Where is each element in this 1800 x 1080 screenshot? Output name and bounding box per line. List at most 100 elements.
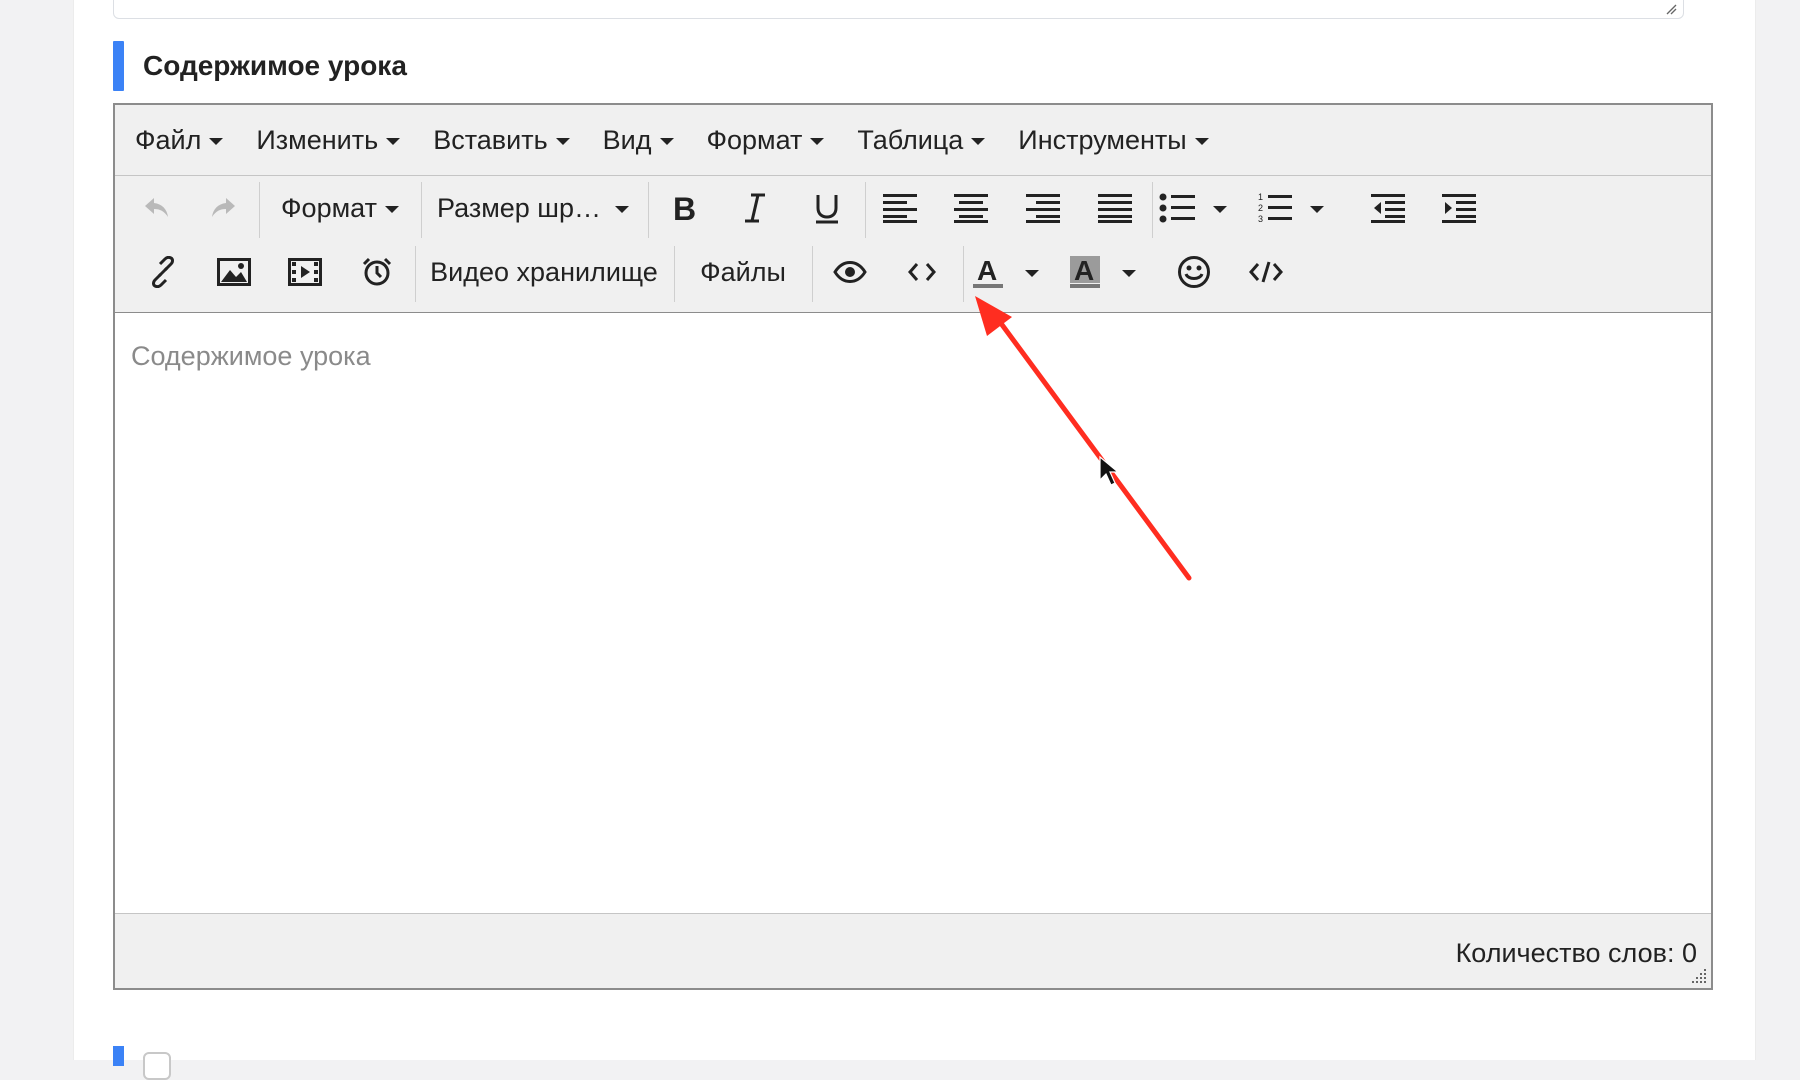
undo-button[interactable] [129, 181, 185, 235]
numbered-list-icon: 123 [1258, 192, 1292, 224]
redo-button[interactable] [195, 181, 251, 235]
text-color-button[interactable]: A [971, 245, 1061, 299]
background-color-button[interactable]: A [1068, 245, 1158, 299]
image-icon [217, 258, 251, 286]
toolbar-separator [421, 182, 422, 238]
files-button[interactable]: Файлы [681, 245, 805, 299]
editor-statusbar: Количество слов: 0 [115, 913, 1711, 988]
code-sample-button[interactable] [891, 245, 953, 299]
redo-icon [212, 198, 235, 217]
section-accent-bar [113, 41, 124, 91]
undo-icon [145, 198, 168, 217]
image-button[interactable] [206, 245, 262, 299]
link-icon [152, 256, 174, 288]
toolbar-separator [674, 246, 675, 302]
menu-label: Изменить [256, 124, 379, 155]
menu-file[interactable]: Файл [123, 113, 235, 167]
font-size-dropdown-label: Размер шр… [437, 192, 601, 223]
toolbar-separator [259, 182, 260, 238]
underline-icon [816, 195, 838, 224]
menu-table[interactable]: Таблица [845, 113, 997, 167]
toolbar-row-2: Видео хранилище Файлы A A [115, 240, 1711, 304]
video-storage-button[interactable]: Видео хранилище [423, 245, 665, 299]
background-color-icon: A [1070, 255, 1100, 288]
menu-label: Файл [135, 124, 202, 155]
svg-text:3: 3 [1258, 214, 1263, 224]
caret-down-icon [386, 138, 401, 145]
files-label: Файлы [700, 256, 786, 287]
menu-label: Вид [602, 124, 652, 155]
emoticons-icon [1178, 256, 1210, 288]
toolbar-separator [812, 246, 813, 302]
outdent-icon [1371, 194, 1405, 223]
svg-text:2: 2 [1258, 203, 1263, 213]
align-right-button[interactable] [1015, 181, 1071, 235]
toolbar-separator [648, 182, 649, 238]
next-section-checkbox[interactable] [143, 1052, 171, 1080]
menu-label: Инструменты [1018, 124, 1187, 155]
preview-button[interactable] [819, 245, 881, 299]
editor-menubar: Файл Изменить Вставить Вид Формат Таблиц… [115, 105, 1711, 176]
caret-down-icon [1213, 206, 1227, 213]
editor-toolbar: Формат Размер шр… B 1 2 3 Видео хранилищ… [115, 176, 1711, 314]
align-left-icon [883, 194, 917, 223]
align-right-icon [1026, 194, 1060, 223]
numbered-list-button[interactable]: 123 [1258, 181, 1348, 235]
source-code-button[interactable] [1235, 245, 1297, 299]
next-section-accent-bar [113, 1046, 124, 1066]
editor-placeholder: Содержимое урока [131, 341, 371, 371]
menu-tools[interactable]: Инструменты [1006, 113, 1220, 167]
underline-button[interactable] [799, 181, 855, 235]
code-sample-icon [908, 263, 936, 281]
text-color-letter: A [977, 255, 997, 286]
rich-text-editor: Файл Изменить Вставить Вид Формат Таблиц… [113, 103, 1713, 990]
menu-insert[interactable]: Вставить [421, 113, 581, 167]
menu-view[interactable]: Вид [591, 113, 686, 167]
bold-icon: B [673, 192, 696, 224]
section-title: Содержимое урока [143, 50, 407, 81]
caret-down-icon [971, 138, 986, 145]
bullet-list-icon [1159, 193, 1195, 223]
toolbar-separator [865, 182, 866, 238]
clock-icon [362, 257, 392, 286]
align-justify-button[interactable] [1087, 181, 1143, 235]
menu-label: Формат [706, 124, 803, 155]
caret-down-icon [1194, 138, 1209, 145]
format-dropdown[interactable]: Формат [267, 181, 413, 235]
font-size-dropdown[interactable]: Размер шр… [427, 181, 639, 235]
preview-icon [833, 261, 867, 283]
align-left-button[interactable] [872, 181, 928, 235]
source-code-icon [1249, 261, 1283, 283]
align-center-icon [954, 194, 988, 223]
link-button[interactable] [135, 245, 191, 299]
bullet-list-button[interactable] [1159, 181, 1249, 235]
resize-grip-icon[interactable] [1689, 966, 1707, 984]
video-storage-label: Видео хранилище [430, 256, 658, 287]
align-justify-icon [1098, 194, 1132, 223]
media-button[interactable] [277, 245, 333, 299]
format-dropdown-label: Формат [281, 192, 377, 223]
caret-down-icon [555, 138, 570, 145]
caret-down-icon [1310, 206, 1324, 213]
menu-label: Вставить [433, 124, 548, 155]
svg-text:B: B [673, 192, 696, 224]
toolbar-separator [963, 246, 964, 302]
resize-grip-icon[interactable] [1665, 3, 1677, 15]
emoticons-button[interactable] [1163, 245, 1225, 299]
align-center-button[interactable] [943, 181, 999, 235]
editor-content-area[interactable]: Содержимое урока [115, 313, 1711, 916]
menu-format[interactable]: Формат [695, 113, 837, 167]
caret-down-icon [209, 138, 224, 145]
italic-icon [745, 193, 765, 223]
insert-datetime-button[interactable] [349, 245, 405, 299]
bold-button[interactable]: B [656, 181, 712, 235]
italic-button[interactable] [727, 181, 783, 235]
indent-icon [1442, 194, 1476, 223]
menu-edit[interactable]: Изменить [244, 113, 412, 167]
word-count: Количество слов: 0 [1455, 938, 1697, 968]
text-color-icon: A [973, 255, 1003, 288]
indent-button[interactable] [1431, 181, 1487, 235]
outdent-button[interactable] [1360, 181, 1416, 235]
caret-down-icon [1122, 270, 1136, 277]
previous-textarea[interactable] [113, 0, 1684, 19]
